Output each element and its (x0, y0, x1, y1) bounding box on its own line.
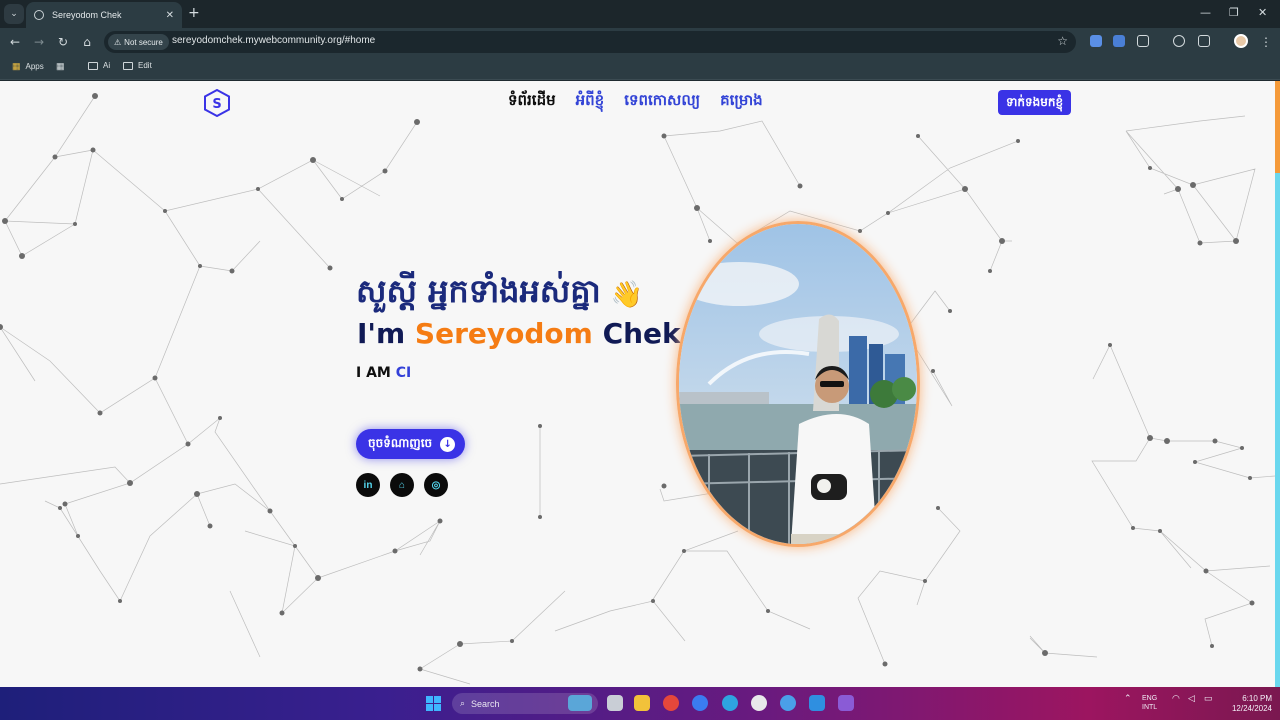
apps-grid-icon: ▦ (12, 61, 21, 71)
globe-icon (34, 10, 44, 20)
hero-greeting: សួស្តី អ្នកទាំងអស់គ្នា 👋 (356, 271, 643, 318)
wifi-icon[interactable]: ◠ (1172, 694, 1180, 703)
nav-skills[interactable]: ទេពកោសល្យ (624, 91, 700, 113)
contact-button[interactable]: ទាក់ទងមកខ្ញុំ (998, 90, 1072, 115)
hero-intro: I'm Sereyodom Chek (357, 317, 681, 350)
taskbar-search-label: Search (471, 698, 500, 709)
nav-home[interactable]: ទំព័រដើម (508, 91, 556, 113)
windows-taskbar: ⌕ Search ⌃ ENG INTL ◠ ◁ ▭ 6:10 PM 12/24/… (0, 687, 1280, 720)
role-typed-value: CI (395, 365, 412, 381)
intro-prefix: I'm (357, 317, 415, 350)
clock-time: 6:10 PM (1242, 694, 1272, 703)
cv-label: ចុចទំណាញចេ (368, 436, 433, 450)
history-icon[interactable] (1173, 35, 1185, 47)
bookmark-star-icon[interactable]: ☆ (1057, 34, 1068, 48)
main-nav: ទំព័រដើម អំពីខ្ញុំ ទេពកោសល្យ គម្រោង (508, 91, 763, 113)
telegram-icon[interactable] (722, 695, 738, 711)
search-highlight-icon[interactable] (568, 695, 592, 711)
browser-toolbar: ← → ↻ ⌂ ⚠ Not secure sereyodomchek.myweb… (0, 28, 1280, 56)
site-logo[interactable]: S (204, 89, 230, 117)
greeting-text: សួស្តី អ្នកទាំងអស់គ្នា (356, 272, 601, 310)
tab-groups-icon: ▦ (56, 61, 65, 71)
bookmark-folder-edit[interactable]: Edit (123, 61, 152, 70)
folder-icon (123, 61, 133, 70)
bookmark-tab-groups[interactable]: ▦ (56, 61, 65, 72)
profile-photo (676, 221, 920, 547)
visual-studio-icon[interactable] (838, 695, 854, 711)
messenger-icon[interactable] (692, 695, 708, 711)
nav-about[interactable]: អំពីខ្ញុំ (576, 91, 605, 113)
browser-tab[interactable]: Sereyodom Chek ✕ (26, 2, 182, 28)
tab-grid-icon[interactable] (1198, 35, 1210, 47)
download-cv-button[interactable]: ចុចទំណាញចេ ↓ (356, 429, 466, 459)
browser-tab-bar: ⌄ Sereyodom Chek ✕ + — ❐ ✕ (0, 0, 1280, 28)
system-clock[interactable]: 6:10 PM 12/24/2024 (1222, 694, 1272, 714)
security-label: Not secure (124, 37, 163, 47)
url-text[interactable]: sereyodomchek.mywebcommunity.org/#home (172, 35, 375, 46)
address-bar[interactable]: ⚠ Not secure sereyodomchek.mywebcommunit… (104, 31, 1076, 53)
battery-icon[interactable]: ▭ (1204, 694, 1213, 703)
clock-date: 12/24/2024 (1231, 704, 1272, 713)
language-indicator[interactable]: ENG INTL (1142, 694, 1157, 712)
instagram-icon[interactable]: ◎ (424, 473, 448, 497)
home-icon[interactable]: ⌂ (78, 33, 96, 51)
app-icon[interactable] (751, 695, 767, 711)
volume-icon[interactable]: ◁ (1188, 694, 1195, 703)
first-name: Sereyodom (414, 317, 593, 350)
security-chip[interactable]: ⚠ Not secure (108, 34, 169, 50)
translate-icon[interactable] (1113, 35, 1125, 47)
vscode-icon[interactable] (809, 695, 825, 711)
forward-icon[interactable]: → (30, 33, 48, 51)
tray-chevron-icon[interactable]: ⌃ (1124, 694, 1132, 703)
react-icon[interactable] (780, 695, 796, 711)
profile-avatar[interactable] (1234, 34, 1248, 48)
reload-icon[interactable]: ↻ (54, 33, 72, 51)
back-icon[interactable]: ← (6, 33, 24, 51)
menu-kebab-icon[interactable]: ⋮ (1260, 35, 1272, 49)
task-view-icon[interactable] (607, 695, 623, 711)
linkedin-icon[interactable]: in (356, 473, 380, 497)
logo-letter: S (212, 97, 221, 112)
folder-icon (88, 61, 98, 70)
github-icon[interactable]: ⌂ (390, 473, 414, 497)
hero-role: I AM CI (356, 365, 411, 381)
role-prefix: I AM (356, 365, 396, 381)
search-icon: ⌕ (460, 698, 466, 708)
bookmarks-bar: ▦ Apps ▦ Ai Edit (0, 56, 1280, 80)
minimize-icon[interactable]: — (1200, 6, 1211, 19)
bookmark-folder-ai[interactable]: Ai (88, 61, 110, 70)
close-tab-icon[interactable]: ✕ (166, 10, 174, 21)
bookmark-apps[interactable]: ▦ Apps (12, 61, 44, 72)
page-scrollbar-thumb[interactable] (1275, 81, 1280, 173)
chrome-icon[interactable] (663, 695, 679, 711)
waving-hand-icon: 👋 (610, 279, 644, 310)
last-name: Chek (592, 317, 681, 350)
close-window-icon[interactable]: ✕ (1258, 6, 1267, 19)
social-links: in ⌂ ◎ (356, 473, 448, 497)
restore-icon[interactable]: ❐ (1229, 6, 1239, 19)
portfolio-page: S ទំព័រដើម អំពីខ្ញុំ ទេពកោសល្យ គម្រោង ទា… (0, 81, 1280, 687)
tab-title: Sereyodom Chek (52, 10, 122, 20)
nav-projects[interactable]: គម្រោង (720, 91, 763, 113)
tab-search-icon[interactable]: ⌄ (4, 4, 24, 24)
download-arrow-icon: ↓ (440, 436, 456, 452)
extension-icon[interactable] (1090, 35, 1102, 47)
windows-start-icon[interactable] (426, 696, 441, 711)
extensions-puzzle-icon[interactable] (1137, 35, 1149, 47)
warning-icon: ⚠ (114, 37, 122, 47)
file-explorer-icon[interactable] (634, 695, 650, 711)
network-background (0, 93, 1276, 685)
new-tab-icon[interactable]: + (188, 5, 200, 21)
